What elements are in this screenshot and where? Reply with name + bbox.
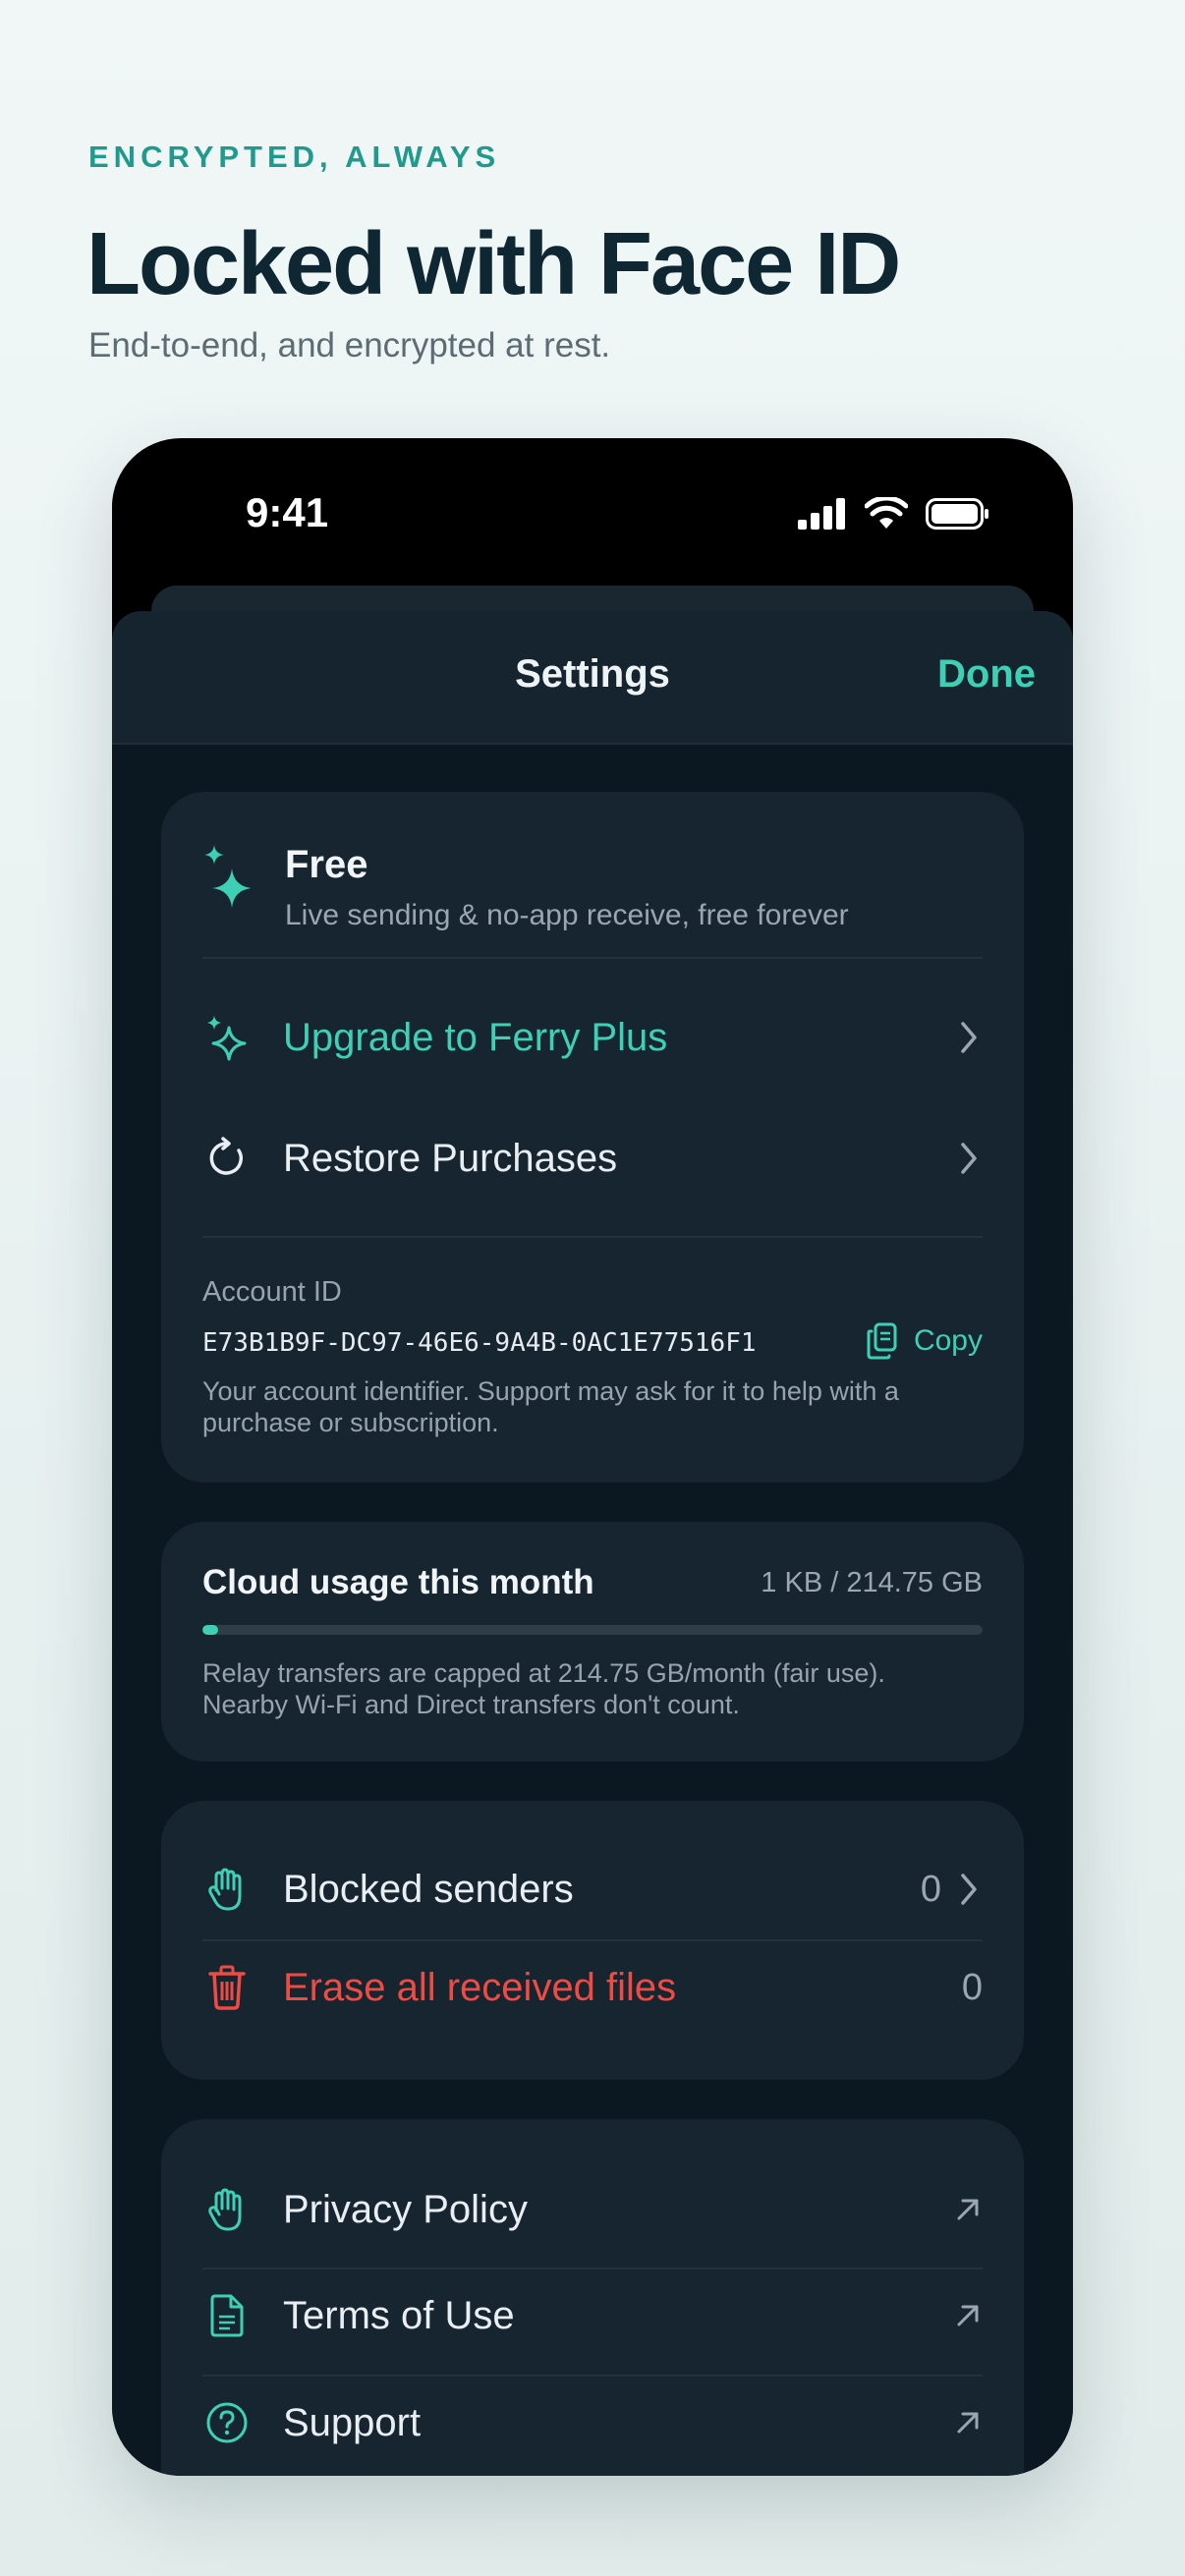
subheadline: End-to-end, and encrypted at rest. [88, 326, 611, 364]
restore-purchases-row[interactable]: Restore Purchases [202, 1129, 983, 1188]
sparkles-icon [202, 843, 257, 912]
page-title: Settings [515, 652, 670, 696]
account-id-value[interactable]: E73B1B9F-DC97-46E6-9A4B-0AC1E77516F1 [202, 1328, 757, 1358]
erase-files-label: Erase all received files [283, 1965, 677, 2009]
support-row[interactable]: Support [202, 2393, 983, 2452]
divider [202, 2268, 983, 2269]
blocked-senders-label: Blocked senders [283, 1867, 574, 1911]
divider [202, 1236, 983, 1238]
status-icons [798, 497, 990, 531]
phone-frame: 9:41 Settings Done Free Live sending & n… [112, 438, 1073, 2476]
chevron-right-icon [961, 1143, 977, 1174]
account-id-label: Account ID [202, 1276, 342, 1308]
refresh-icon [202, 1134, 252, 1183]
privacy-card: Blocked senders 0 Erase all received fil… [161, 1801, 1024, 2080]
plan-card: Free Live sending & no-app receive, free… [161, 792, 1024, 1483]
blocked-senders-row[interactable]: Blocked senders 0 [202, 1860, 983, 1919]
erase-files-row[interactable]: Erase all received files 0 [202, 1958, 983, 2017]
divider [202, 2375, 983, 2377]
headline: Locked with Face ID [86, 215, 901, 313]
cloud-usage-title: Cloud usage this month [202, 1563, 594, 1601]
chevron-right-icon [961, 1874, 977, 1905]
battery-icon [926, 498, 988, 530]
plan-row: Free Live sending & no-app receive, free… [202, 843, 983, 932]
usage-progress-bar [202, 1625, 983, 1635]
external-link-arrow-icon [957, 2412, 979, 2434]
cloud-usage-card: Cloud usage this month 1 KB / 214.75 GB … [161, 1522, 1024, 1762]
hand-icon [202, 2185, 252, 2234]
terms-of-use-label: Terms of Use [283, 2293, 515, 2337]
wifi-icon [865, 497, 908, 529]
support-label: Support [283, 2400, 422, 2444]
plan-title: Free [285, 843, 368, 886]
external-link-arrow-icon [957, 2199, 979, 2220]
nav-bar: Settings Done [112, 611, 1073, 745]
question-circle-icon [202, 2398, 252, 2447]
restore-label: Restore Purchases [283, 1136, 618, 1180]
chevron-right-icon [961, 1022, 977, 1053]
blocked-senders-count: 0 [920, 1868, 941, 1910]
erase-files-count: 0 [961, 1966, 983, 2008]
hand-icon [202, 1865, 252, 1914]
trash-icon [202, 1963, 252, 2012]
privacy-policy-label: Privacy Policy [283, 2187, 528, 2231]
usage-progress-fill [202, 1625, 218, 1635]
settings-sheet: Settings Done Free Live sending & no-app… [112, 611, 1073, 2476]
sparkles-icon [202, 1013, 252, 1062]
copy-button[interactable]: Copy [867, 1322, 983, 1360]
cloud-usage-amount: 1 KB / 214.75 GB [761, 1567, 983, 1598]
eyebrow-label: ENCRYPTED, ALWAYS [88, 140, 501, 174]
done-button[interactable]: Done [937, 652, 1036, 697]
status-time: 9:41 [246, 489, 329, 535]
copy-label: Copy [913, 1324, 983, 1357]
divider [202, 1939, 983, 1941]
upgrade-row[interactable]: Upgrade to Ferry Plus [202, 1008, 983, 1067]
divider [202, 957, 983, 959]
privacy-policy-row[interactable]: Privacy Policy [202, 2180, 983, 2239]
external-link-arrow-icon [957, 2305, 979, 2326]
upgrade-label: Upgrade to Ferry Plus [283, 1015, 668, 1059]
cellular-signal-icon [798, 498, 845, 530]
account-id-note: Your account identifier. Support may ask… [202, 1376, 899, 1437]
links-card: Privacy Policy Terms of Use Support [161, 2119, 1024, 2476]
plan-subtitle: Live sending & no-app receive, free fore… [285, 899, 849, 931]
copy-icon [867, 1322, 897, 1360]
cloud-usage-note: Relay transfers are capped at 214.75 GB/… [202, 1658, 885, 1719]
document-icon [202, 2291, 252, 2340]
terms-of-use-row[interactable]: Terms of Use [202, 2286, 983, 2345]
